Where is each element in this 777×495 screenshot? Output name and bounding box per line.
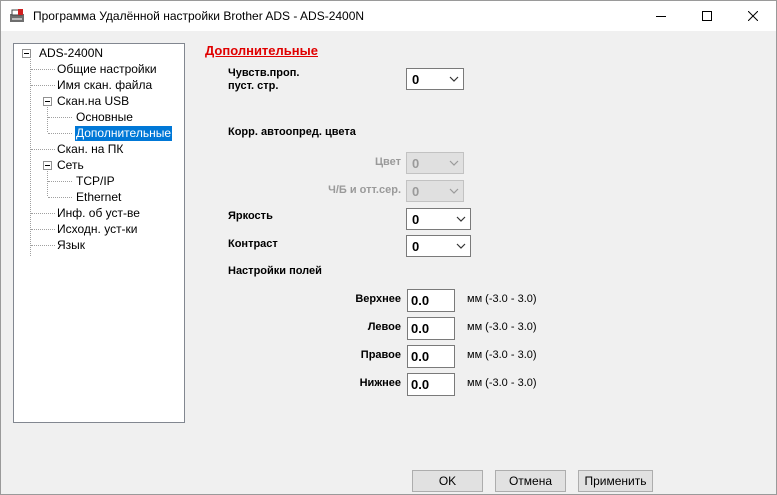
chevron-down-icon xyxy=(456,243,466,249)
tree-item-scan-file-name[interactable]: Имя скан. файла xyxy=(56,78,153,93)
margin-right-input[interactable] xyxy=(407,345,455,368)
select-value: 0 xyxy=(412,156,420,171)
brightness-select[interactable]: 0 xyxy=(406,208,471,230)
tree-guide-line xyxy=(48,197,72,198)
tree-item-scan-to-pc[interactable]: Скан. на ПК xyxy=(56,142,124,157)
page-title: Дополнительные xyxy=(205,43,318,58)
main-window: Программа Удалённой настройки Brother AD… xyxy=(0,0,777,495)
tree-item-device-info[interactable]: Инф. об уст-ве xyxy=(56,206,141,221)
margin-top-input[interactable] xyxy=(407,289,455,312)
margin-bottom-unit: мм (-3.0 - 3.0) xyxy=(467,377,537,389)
bw-gray-select: 0 xyxy=(406,180,464,202)
chevron-down-icon xyxy=(449,76,459,82)
tree-item-language[interactable]: Язык xyxy=(56,238,86,253)
margin-left-input[interactable] xyxy=(407,317,455,340)
contrast-select[interactable]: 0 xyxy=(406,235,471,257)
tree-guide-line xyxy=(30,57,31,256)
blank-page-sensitivity-label: Чувств.проп. пуст. стр. xyxy=(228,67,300,92)
tree-item-scan-to-usb[interactable]: Скан.на USB xyxy=(56,94,130,109)
chevron-down-icon xyxy=(449,188,459,194)
title-bar: Программа Удалённой настройки Brother AD… xyxy=(1,1,776,31)
cancel-button[interactable]: Отмена xyxy=(495,470,566,492)
tree-guide-line xyxy=(31,229,55,230)
tree-guide-line xyxy=(47,105,48,132)
tree-guide-line xyxy=(31,213,55,214)
margin-bottom-label: Нижнее xyxy=(359,377,401,389)
margins-heading: Настройки полей xyxy=(228,265,322,277)
bw-gray-label: Ч/Б и отт.сер. xyxy=(328,184,401,196)
color-label: Цвет xyxy=(374,156,401,168)
color-select: 0 xyxy=(406,152,464,174)
ok-button[interactable]: OK xyxy=(412,470,483,492)
apply-button[interactable]: Применить xyxy=(578,470,653,492)
close-button[interactable] xyxy=(730,1,776,31)
tree-item-device[interactable]: ADS-2400N xyxy=(38,46,104,61)
tree-guide-line xyxy=(48,117,72,118)
maximize-icon xyxy=(702,11,712,21)
chevron-down-icon xyxy=(449,160,459,166)
minimize-icon xyxy=(656,16,666,17)
tree-item-network[interactable]: Сеть xyxy=(56,158,85,173)
select-value: 0 xyxy=(412,72,420,87)
tree-collapse-icon[interactable] xyxy=(43,161,52,170)
margin-left-unit: мм (-3.0 - 3.0) xyxy=(467,321,537,333)
margin-top-unit: мм (-3.0 - 3.0) xyxy=(467,293,537,305)
window-title: Программа Удалённой настройки Brother AD… xyxy=(33,9,365,23)
tree-guide-line xyxy=(31,245,55,246)
tree-item-factory-reset[interactable]: Исходн. уст-ки xyxy=(56,222,139,237)
close-icon xyxy=(748,11,758,21)
select-value: 0 xyxy=(412,239,420,254)
tree-item-tcp-ip[interactable]: TCP/IP xyxy=(75,174,116,189)
margin-left-label: Левое xyxy=(367,321,401,333)
tree-item-ethernet[interactable]: Ethernet xyxy=(75,190,122,205)
margin-top-label: Верхнее xyxy=(355,293,401,305)
chevron-down-icon xyxy=(456,216,466,222)
contrast-label: Контраст xyxy=(228,238,278,250)
brightness-label: Яркость xyxy=(228,210,273,222)
tree-item-advanced[interactable]: Дополнительные xyxy=(75,126,172,141)
tree-guide-line xyxy=(48,133,72,134)
tree-guide-line xyxy=(47,169,48,196)
color-correction-heading: Корр. автоопред. цвета xyxy=(228,126,356,138)
tree-item-basic[interactable]: Основные xyxy=(75,110,134,125)
margin-bottom-input[interactable] xyxy=(407,373,455,396)
blank-page-sensitivity-select[interactable]: 0 xyxy=(406,68,464,90)
settings-tree[interactable]: ADS-2400N Общие настройки Имя скан. файл… xyxy=(13,43,185,423)
tree-guide-line xyxy=(31,85,55,86)
maximize-button[interactable] xyxy=(684,1,730,31)
tree-guide-line xyxy=(48,181,72,182)
tree-collapse-icon[interactable] xyxy=(43,97,52,106)
tree-guide-line xyxy=(31,149,55,150)
tree-item-general-settings[interactable]: Общие настройки xyxy=(56,62,158,77)
select-value: 0 xyxy=(412,212,420,227)
app-icon xyxy=(9,8,25,24)
tree-guide-line xyxy=(31,69,55,70)
tree-collapse-icon[interactable] xyxy=(22,49,31,58)
minimize-button[interactable] xyxy=(638,1,684,31)
margin-right-label: Правое xyxy=(360,349,401,361)
select-value: 0 xyxy=(412,184,420,199)
margin-right-unit: мм (-3.0 - 3.0) xyxy=(467,349,537,361)
